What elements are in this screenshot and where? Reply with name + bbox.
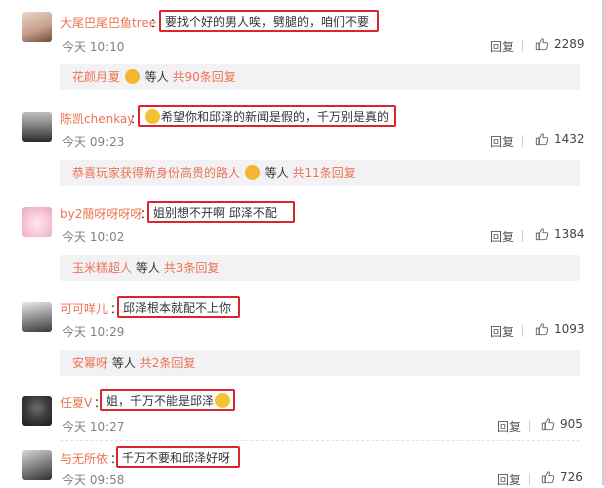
avatar[interactable] <box>22 112 52 142</box>
reply-button[interactable]: 回复 <box>490 228 514 245</box>
like-button[interactable]: 905 <box>541 417 583 431</box>
divider <box>529 473 530 485</box>
comment-time: 今天 09:58 <box>62 473 125 487</box>
sub-reply-user[interactable]: 安幂呀 <box>72 356 108 370</box>
sub-reply-others: 等人 <box>264 166 289 180</box>
comment-time: 今天 10:27 <box>62 420 125 434</box>
comment-text: 千万不要和邱泽好呀 <box>116 446 240 468</box>
crying-laugh-emoji-icon <box>145 109 160 124</box>
comment-time: 今天 10:10 <box>62 40 125 54</box>
reply-button[interactable]: 回复 <box>497 418 521 435</box>
thumb-up-icon <box>535 38 549 51</box>
like-button[interactable]: 1432 <box>535 132 585 146</box>
comment-text-content: 要找个好的男人唉，劈腿的，咱们不要 <box>165 15 370 29</box>
sub-reply-user[interactable]: 玉米糕超人 <box>72 261 132 275</box>
avatar[interactable] <box>22 396 52 426</box>
like-button[interactable]: 1093 <box>535 322 585 336</box>
avatar[interactable] <box>22 12 52 42</box>
thumb-up-icon <box>541 471 555 484</box>
like-count: 905 <box>560 417 583 431</box>
comment-text-content: 邱泽根本就配不上你 <box>123 301 232 315</box>
sub-replies-bar[interactable]: 花颜月夏 等人 共90条回复 <box>60 64 580 90</box>
comment-time: 今天 09:23 <box>62 135 125 149</box>
thinking-emoji-icon <box>215 393 231 408</box>
sub-replies-bar[interactable]: 恭喜玩家获得新身份高贵的路人 等人 共11条回复 <box>60 160 580 186</box>
username[interactable]: 与无所依 <box>60 450 108 467</box>
divider <box>522 230 523 242</box>
sub-replies-bar[interactable]: 玉米糕超人 等人 共3条回复 <box>60 255 580 281</box>
divider <box>529 420 530 432</box>
username[interactable]: 任夏V <box>60 394 92 411</box>
comment-text: 希望你和邱泽的新闻是假的，千万别是真的 <box>138 105 396 127</box>
sub-reply-count[interactable]: 共2条回复 <box>140 356 196 370</box>
divider <box>522 135 523 147</box>
username[interactable]: 大尾巴尾巴鱼tree <box>60 14 156 31</box>
like-button[interactable]: 2289 <box>535 37 585 51</box>
comment-text: 要找个好的男人唉，劈腿的，咱们不要 <box>159 10 379 32</box>
like-count: 1432 <box>554 132 585 146</box>
sub-reply-others: 等人 <box>135 261 160 275</box>
divider <box>522 40 523 52</box>
sub-reply-count[interactable]: 共3条回复 <box>164 261 220 275</box>
sub-reply-others: 等人 <box>144 70 169 84</box>
comment-text-content: 姐，千万不能是邱泽 <box>106 394 215 408</box>
like-count: 726 <box>560 470 583 484</box>
sub-reply-user[interactable]: 恭喜玩家获得新身份高贵的路人 <box>72 166 240 180</box>
comment-text: 姐，千万不能是邱泽 <box>100 389 235 411</box>
comment-text: 邱泽根本就配不上你 <box>117 296 240 318</box>
like-count: 2289 <box>554 37 585 51</box>
avatar[interactable] <box>22 450 52 480</box>
username[interactable]: 陈凯chenkay <box>60 110 134 127</box>
divider <box>522 325 523 337</box>
thumb-up-icon <box>535 133 549 146</box>
comment-time: 今天 10:29 <box>62 325 125 339</box>
thumb-up-icon <box>535 323 549 336</box>
sub-replies-bar[interactable]: 安幂呀 等人 共2条回复 <box>60 350 580 376</box>
sub-reply-count[interactable]: 共90条回复 <box>173 70 236 84</box>
username[interactable]: 可可咩儿 <box>60 300 108 317</box>
reply-button[interactable]: 回复 <box>490 38 514 55</box>
reply-button[interactable]: 回复 <box>497 471 521 488</box>
sub-reply-count[interactable]: 共11条回复 <box>293 166 356 180</box>
thumb-up-icon <box>535 228 549 241</box>
sub-reply-user[interactable]: 花颜月夏 <box>72 70 120 84</box>
username[interactable]: by2蕑呀呀呀呀 <box>60 205 142 222</box>
avatar[interactable] <box>22 302 52 332</box>
comment-text-content: 希望你和邱泽的新闻是假的，千万别是真的 <box>161 110 390 124</box>
crown-emoji-icon <box>244 165 260 180</box>
comment-text-content: 千万不要和邱泽好呀 <box>122 451 231 465</box>
like-count: 1093 <box>554 322 585 336</box>
comment-text-content: 姐别想不开啊 邱泽不配 <box>153 206 277 220</box>
reply-button[interactable]: 回复 <box>490 323 514 340</box>
thumb-up-icon <box>541 418 555 431</box>
comment-text: 姐别想不开啊 邱泽不配 <box>147 201 295 223</box>
crown-emoji-icon <box>124 69 140 84</box>
like-count: 1384 <box>554 227 585 241</box>
divider <box>60 440 580 441</box>
avatar[interactable] <box>22 207 52 237</box>
reply-button[interactable]: 回复 <box>490 133 514 150</box>
comment-time: 今天 10:02 <box>62 230 125 244</box>
like-button[interactable]: 726 <box>541 470 583 484</box>
like-button[interactable]: 1384 <box>535 227 585 241</box>
sub-reply-others: 等人 <box>111 356 136 370</box>
